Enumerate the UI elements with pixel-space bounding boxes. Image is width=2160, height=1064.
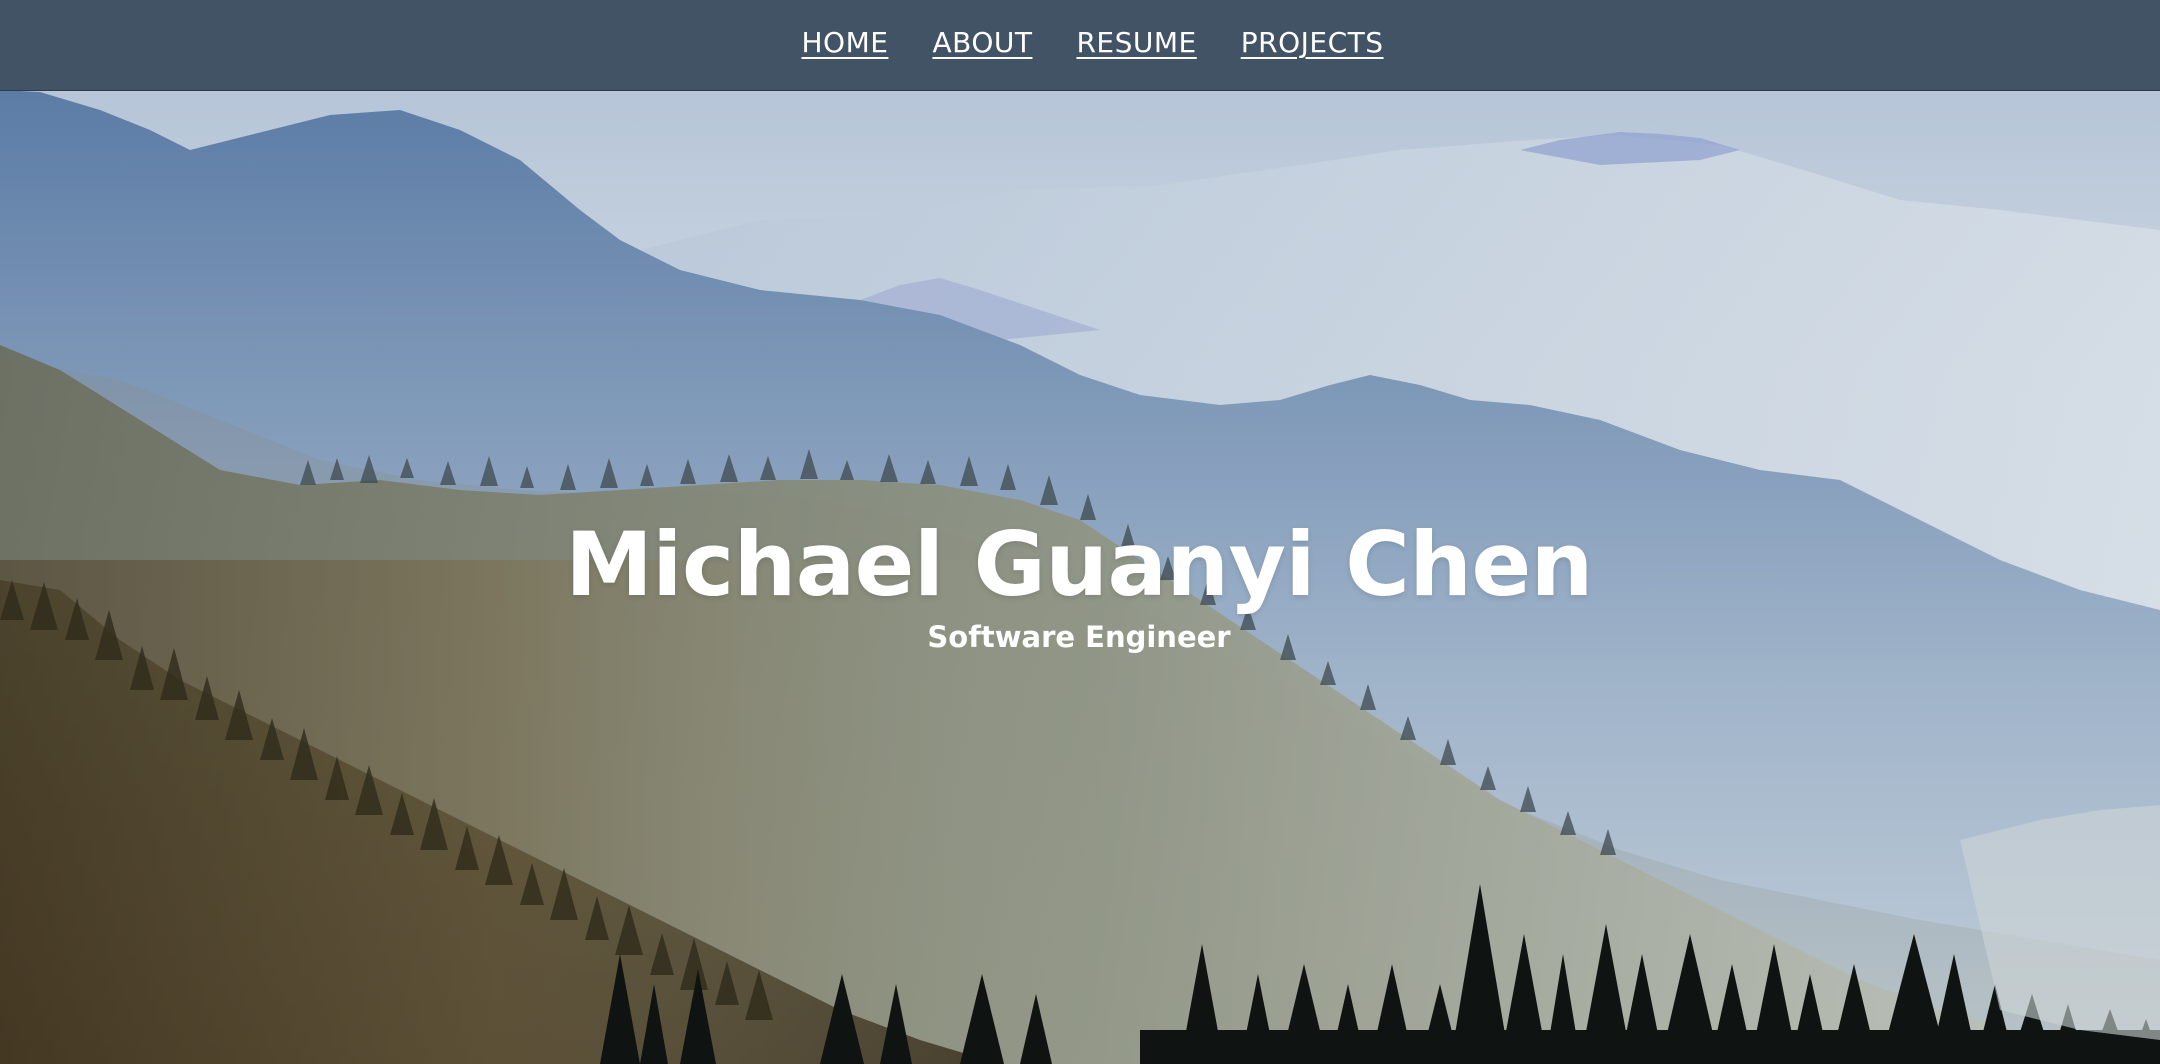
nav-link-about[interactable]: ABOUT: [932, 26, 1032, 59]
hero-name: Michael Guanyi Chen: [565, 513, 1593, 616]
hero-subtitle: Software Engineer: [927, 620, 1231, 654]
nav-link-projects[interactable]: PROJECTS: [1241, 26, 1384, 59]
hero-text: Michael Guanyi Chen Software Engineer: [0, 515, 2158, 657]
top-navbar: HOME ABOUT RESUME PROJECTS: [0, 0, 2160, 91]
nav-link-resume[interactable]: RESUME: [1076, 26, 1196, 59]
nav-link-home[interactable]: HOME: [802, 26, 889, 59]
nav-links: HOME ABOUT RESUME PROJECTS: [0, 26, 2160, 59]
